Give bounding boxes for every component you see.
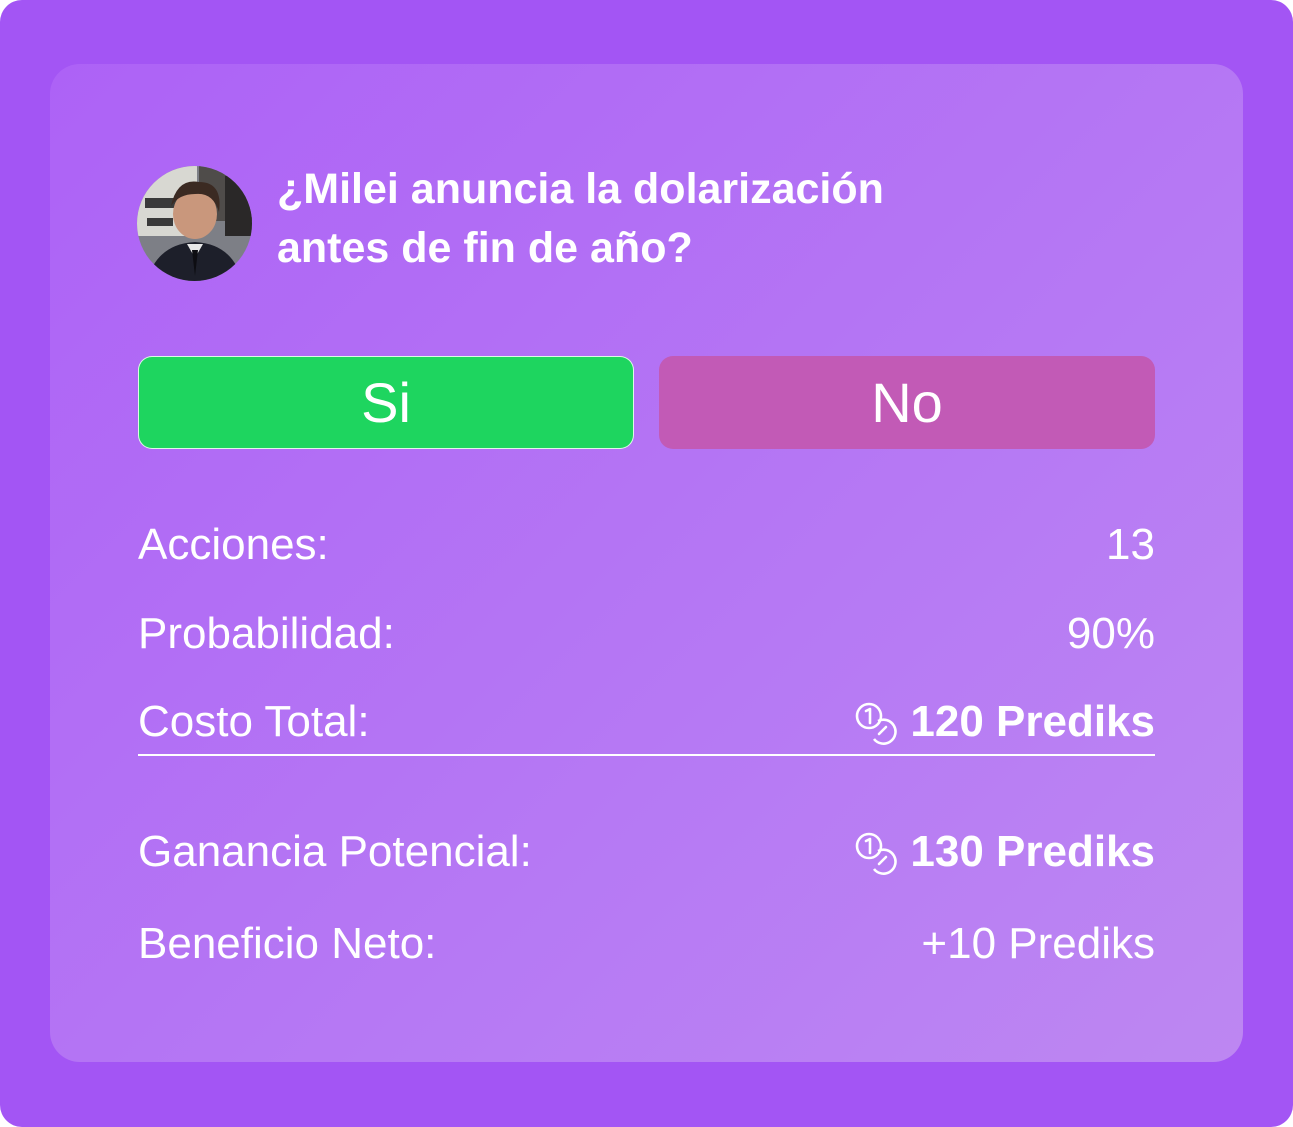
probabilidad-value: 90% (1066, 609, 1155, 658)
stat-row-beneficio-neto: Beneficio Neto: +10 Prediks (138, 914, 1155, 974)
ganancia-potencial-value-group: 130 Prediks (852, 827, 1155, 877)
divider (138, 754, 1155, 756)
stat-row-costo-total: Costo Total: 120 Prediks (138, 692, 1155, 752)
costo-total-value-group: 120 Prediks (852, 697, 1155, 747)
costo-total-value: 120 Prediks (910, 697, 1155, 746)
stat-row-ganancia-potencial: Ganancia Potencial: 130 Prediks (138, 822, 1155, 882)
coins-icon (856, 702, 898, 745)
market-question: ¿Milei anuncia la dolarización antes de … (277, 160, 1037, 278)
ganancia-potencial-label: Ganancia Potencial: (138, 827, 532, 876)
person-photo-icon (137, 166, 252, 281)
no-button[interactable]: No (659, 356, 1155, 449)
probabilidad-label: Probabilidad: (138, 609, 395, 658)
costo-total-label: Costo Total: (138, 697, 370, 746)
stat-row-acciones: Acciones: 13 (138, 515, 1155, 575)
question-line-1: ¿Milei anuncia la dolarización (277, 165, 884, 213)
ganancia-potencial-value: 130 Prediks (910, 827, 1155, 876)
stat-row-probabilidad: Probabilidad: 90% (138, 604, 1155, 664)
yes-button[interactable]: Si (138, 356, 634, 449)
beneficio-neto-value: +10 Prediks (921, 919, 1155, 968)
question-line-2: antes de fin de año? (277, 224, 693, 272)
acciones-label: Acciones: (138, 520, 329, 569)
acciones-value: 13 (1106, 520, 1155, 569)
beneficio-neto-label: Beneficio Neto: (138, 919, 437, 968)
coins-icon (856, 832, 898, 875)
avatar (137, 166, 252, 281)
